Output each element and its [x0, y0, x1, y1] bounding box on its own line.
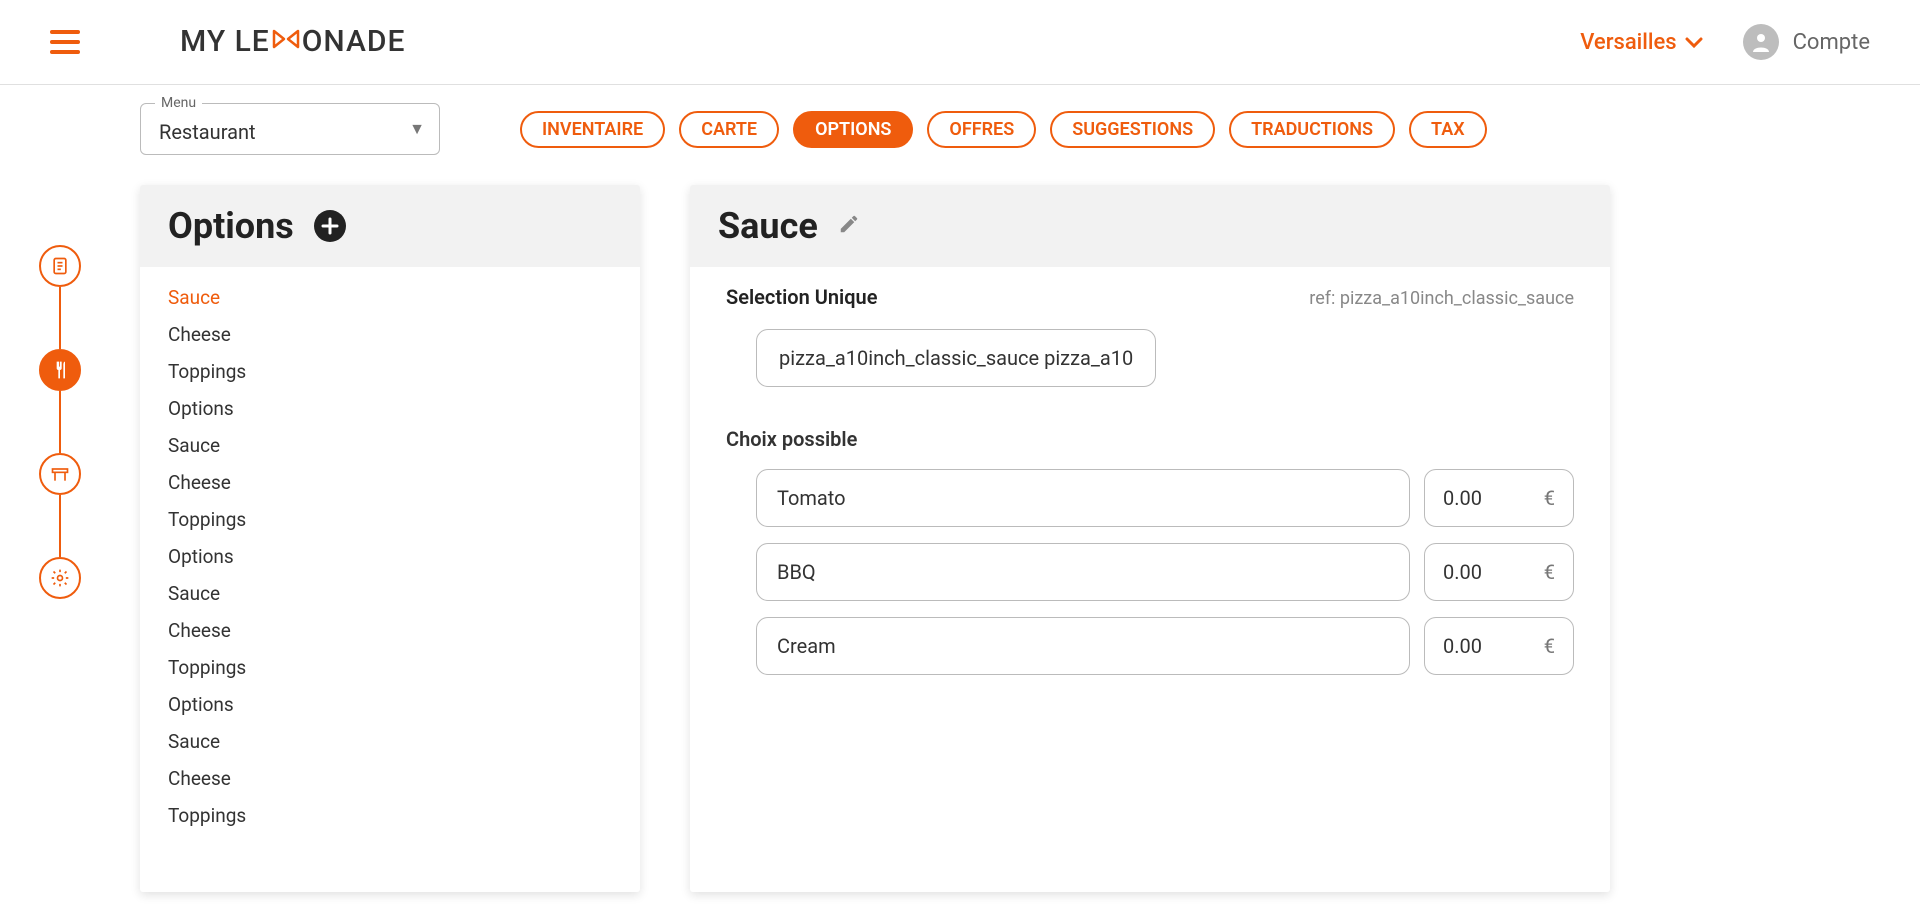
option-item[interactable]: Options	[140, 390, 640, 427]
avatar-icon	[1743, 24, 1779, 60]
rail-connector	[59, 391, 61, 453]
choice-price-input[interactable]: 0.00€	[1424, 469, 1574, 527]
option-ref: ref: pizza_a10inch_classic_sauce	[1309, 288, 1574, 309]
option-item[interactable]: Toppings	[140, 353, 640, 390]
bowtie-icon	[272, 22, 300, 57]
rail-connector	[59, 287, 61, 349]
options-list: SauceCheeseToppingsOptionsSauceCheeseTop…	[140, 279, 640, 834]
tab-tax[interactable]: TAX	[1409, 111, 1487, 148]
menu-dropdown-label: Menu	[155, 95, 202, 111]
rail-connector	[59, 495, 61, 557]
account-menu[interactable]: Compte	[1743, 24, 1870, 60]
choice-name-input[interactable]: Cream	[756, 617, 1410, 675]
option-item[interactable]: Cheese	[140, 464, 640, 501]
option-item[interactable]: Cheese	[140, 760, 640, 797]
ref-value: pizza_a10inch_classic_sauce	[1340, 288, 1574, 309]
ref-prefix: ref:	[1309, 288, 1335, 309]
option-item[interactable]: Toppings	[140, 649, 640, 686]
options-panel: Options SauceCheeseToppingsOptionsSauceC…	[140, 185, 640, 892]
choice-row: Tomato0.00€	[756, 469, 1574, 527]
rail-notes-icon[interactable]	[39, 245, 81, 287]
option-item[interactable]: Cheese	[140, 316, 640, 353]
choices-list: Tomato0.00€BBQ0.00€Cream0.00€	[726, 469, 1574, 675]
account-label: Compte	[1793, 30, 1870, 55]
menu-toggle-icon[interactable]	[50, 30, 80, 54]
tab-traductions[interactable]: TRADUCTIONS	[1229, 111, 1395, 148]
brand-logo: MY LE ONADE	[180, 24, 405, 61]
choice-row: BBQ0.00€	[756, 543, 1574, 601]
option-item[interactable]: Options	[140, 538, 640, 575]
app-header: MY LE ONADE Versailles Compte	[0, 0, 1920, 85]
option-item[interactable]: Cheese	[140, 612, 640, 649]
selection-type-label: Selection Unique	[726, 285, 877, 309]
detail-panel: Sauce Selection Unique ref: pizza_a10inc…	[690, 185, 1610, 892]
choice-row: Cream0.00€	[756, 617, 1574, 675]
ref-chip[interactable]: pizza_a10inch_classic_sauce pizza_a10	[756, 329, 1156, 387]
option-item[interactable]: Sauce	[140, 279, 640, 316]
choice-name-input[interactable]: Tomato	[756, 469, 1410, 527]
side-rail	[0, 85, 120, 910]
menu-dropdown-value: Restaurant	[159, 120, 256, 144]
option-item[interactable]: Options	[140, 686, 640, 723]
chevron-down-icon	[1685, 30, 1703, 55]
location-selector[interactable]: Versailles	[1580, 30, 1702, 55]
rail-menu-icon[interactable]	[39, 349, 81, 391]
caret-down-icon: ▼	[409, 119, 425, 139]
option-item[interactable]: Toppings	[140, 797, 640, 834]
choice-price-input[interactable]: 0.00€	[1424, 543, 1574, 601]
option-item[interactable]: Toppings	[140, 501, 640, 538]
location-label: Versailles	[1580, 30, 1676, 55]
tab-bar: INVENTAIRE CARTE OPTIONS OFFRES SUGGESTIONS T…	[520, 111, 1487, 148]
tab-options[interactable]: OPTIONS	[793, 111, 913, 148]
detail-panel-title: Sauce	[718, 205, 818, 247]
option-item[interactable]: Sauce	[140, 427, 640, 464]
menu-dropdown[interactable]: Menu Restaurant ▼	[140, 103, 440, 155]
brand-text-left: MY LE	[180, 24, 270, 59]
option-item[interactable]: Sauce	[140, 723, 640, 760]
brand-text-right: ONADE	[302, 24, 406, 59]
tab-carte[interactable]: CARTE	[679, 111, 779, 148]
rail-tables-icon[interactable]	[39, 453, 81, 495]
edit-icon[interactable]	[838, 213, 860, 239]
tab-suggestions[interactable]: SUGGESTIONS	[1050, 111, 1215, 148]
rail-settings-icon[interactable]	[39, 557, 81, 599]
options-panel-title: Options	[168, 205, 294, 247]
option-item[interactable]: Sauce	[140, 575, 640, 612]
tab-offres[interactable]: OFFRES	[927, 111, 1036, 148]
choice-name-input[interactable]: BBQ	[756, 543, 1410, 601]
add-option-button[interactable]	[314, 210, 346, 242]
choices-section-title: Choix possible	[726, 427, 1574, 451]
choice-price-input[interactable]: 0.00€	[1424, 617, 1574, 675]
tab-inventaire[interactable]: INVENTAIRE	[520, 111, 665, 148]
